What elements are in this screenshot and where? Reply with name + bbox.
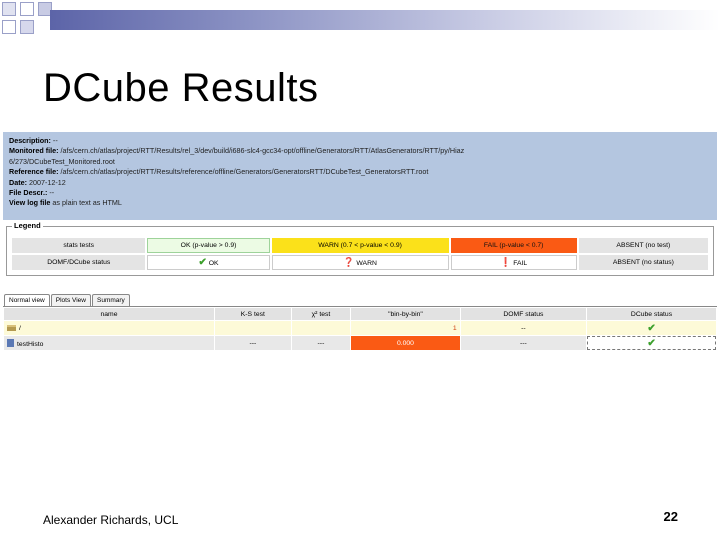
- col-bin-by-bin[interactable]: "bin-by-bin": [351, 308, 460, 320]
- results-table: name K-S test χ² test "bin-by-bin" DOMF …: [3, 307, 717, 351]
- title-gradient-bar: [50, 10, 720, 30]
- row-chi2: ---: [291, 336, 351, 350]
- description-panel: Description: -- Monitored file: /afs/cer…: [3, 132, 717, 220]
- legend-stats-label: stats tests: [12, 238, 146, 253]
- fail-icon: ❗: [500, 257, 512, 267]
- row-ks: ---: [215, 336, 291, 350]
- tab-normal-view[interactable]: Normal view: [4, 294, 50, 306]
- row-bbb: 0.000: [351, 336, 460, 350]
- legend-warn: WARN (0.7 < p-value < 0.9): [271, 238, 449, 253]
- histogram-icon: [7, 338, 14, 347]
- desc-row: Description: --: [9, 136, 58, 145]
- folder-icon: [7, 324, 16, 331]
- col-domf-status[interactable]: DOMF status: [460, 308, 587, 320]
- row-chi2: [291, 321, 351, 335]
- row-domf: ---: [460, 336, 587, 350]
- log-format-links[interactable]: as plain text as HTML: [50, 198, 122, 207]
- tab-plots-view[interactable]: Plots View: [50, 294, 91, 306]
- desc-row: File Descr.: --: [9, 188, 55, 198]
- col-dcube-status[interactable]: DCube status: [587, 308, 716, 320]
- legend-status-ok: ✔ OK: [147, 255, 270, 270]
- legend-row-status: DOMF/DCube status ✔ OK ❓ WARN ❗ FAIL ABS…: [12, 255, 708, 270]
- col-ks-test[interactable]: K-S test: [215, 308, 291, 320]
- legend-status-label: DOMF/DCube status: [12, 255, 146, 270]
- desc-row: Date: 2007-12-12: [9, 177, 66, 187]
- page-number: 22: [663, 509, 678, 524]
- row-domf: --: [460, 321, 587, 335]
- warning-icon: ❓: [343, 257, 355, 267]
- row-name[interactable]: testHisto: [4, 336, 214, 350]
- results-header-row: name K-S test χ² test "bin-by-bin" DOMF …: [4, 308, 716, 320]
- results-panel: name K-S test χ² test "bin-by-bin" DOMF …: [3, 306, 717, 351]
- table-row[interactable]: testHisto --- --- 0.000 --- ✔: [4, 336, 716, 350]
- legend-status-warn: ❓ WARN: [271, 255, 449, 270]
- legend-row-stats: stats tests OK (p-value > 0.9) WARN (0.7…: [12, 238, 708, 253]
- slide-title: DCube Results: [43, 66, 319, 110]
- legend-fail: FAIL (p-value < 0.7): [450, 238, 577, 253]
- row-ks: [215, 321, 291, 335]
- tab-summary[interactable]: Summary: [92, 294, 130, 306]
- check-icon: ✔: [647, 322, 656, 334]
- table-row[interactable]: / 1 -- ✔: [4, 321, 716, 335]
- desc-row: 6/273/DCubeTest_Monitored.root: [9, 156, 115, 166]
- col-name[interactable]: name: [4, 308, 214, 320]
- row-bbb: 1: [351, 321, 460, 335]
- view-tabs: Normal view Plots View Summary: [3, 294, 717, 306]
- desc-row: Reference file: /afs/cern.ch/atlas/proje…: [9, 167, 429, 177]
- view-log-link[interactable]: View log file: [9, 198, 50, 207]
- col-chi2-test[interactable]: χ² test: [291, 308, 351, 320]
- row-dcube: ✔: [587, 336, 716, 350]
- legend-status-fail: ❗ FAIL: [450, 255, 577, 270]
- dcube-screenshot: Description: -- Monitored file: /afs/cer…: [3, 132, 717, 351]
- footer-author: Alexander Richards, UCL: [43, 513, 179, 527]
- row-name[interactable]: /: [4, 321, 214, 335]
- check-icon: ✔: [647, 337, 656, 349]
- legend-box: Legend stats tests OK (p-value > 0.9) WA…: [6, 221, 714, 276]
- legend-status-absent: ABSENT (no status): [578, 255, 708, 270]
- desc-row[interactable]: View log file as plain text as HTML: [9, 198, 711, 208]
- legend-table: stats tests OK (p-value > 0.9) WARN (0.7…: [10, 236, 710, 272]
- legend-ok: OK (p-value > 0.9): [147, 238, 270, 253]
- desc-row: Monitored file: /afs/cern.ch/atlas/proje…: [9, 146, 465, 156]
- legend-label: Legend: [12, 221, 43, 230]
- legend-absent: ABSENT (no test): [578, 238, 708, 253]
- check-icon: ✔: [198, 257, 207, 268]
- row-dcube: ✔: [587, 321, 716, 335]
